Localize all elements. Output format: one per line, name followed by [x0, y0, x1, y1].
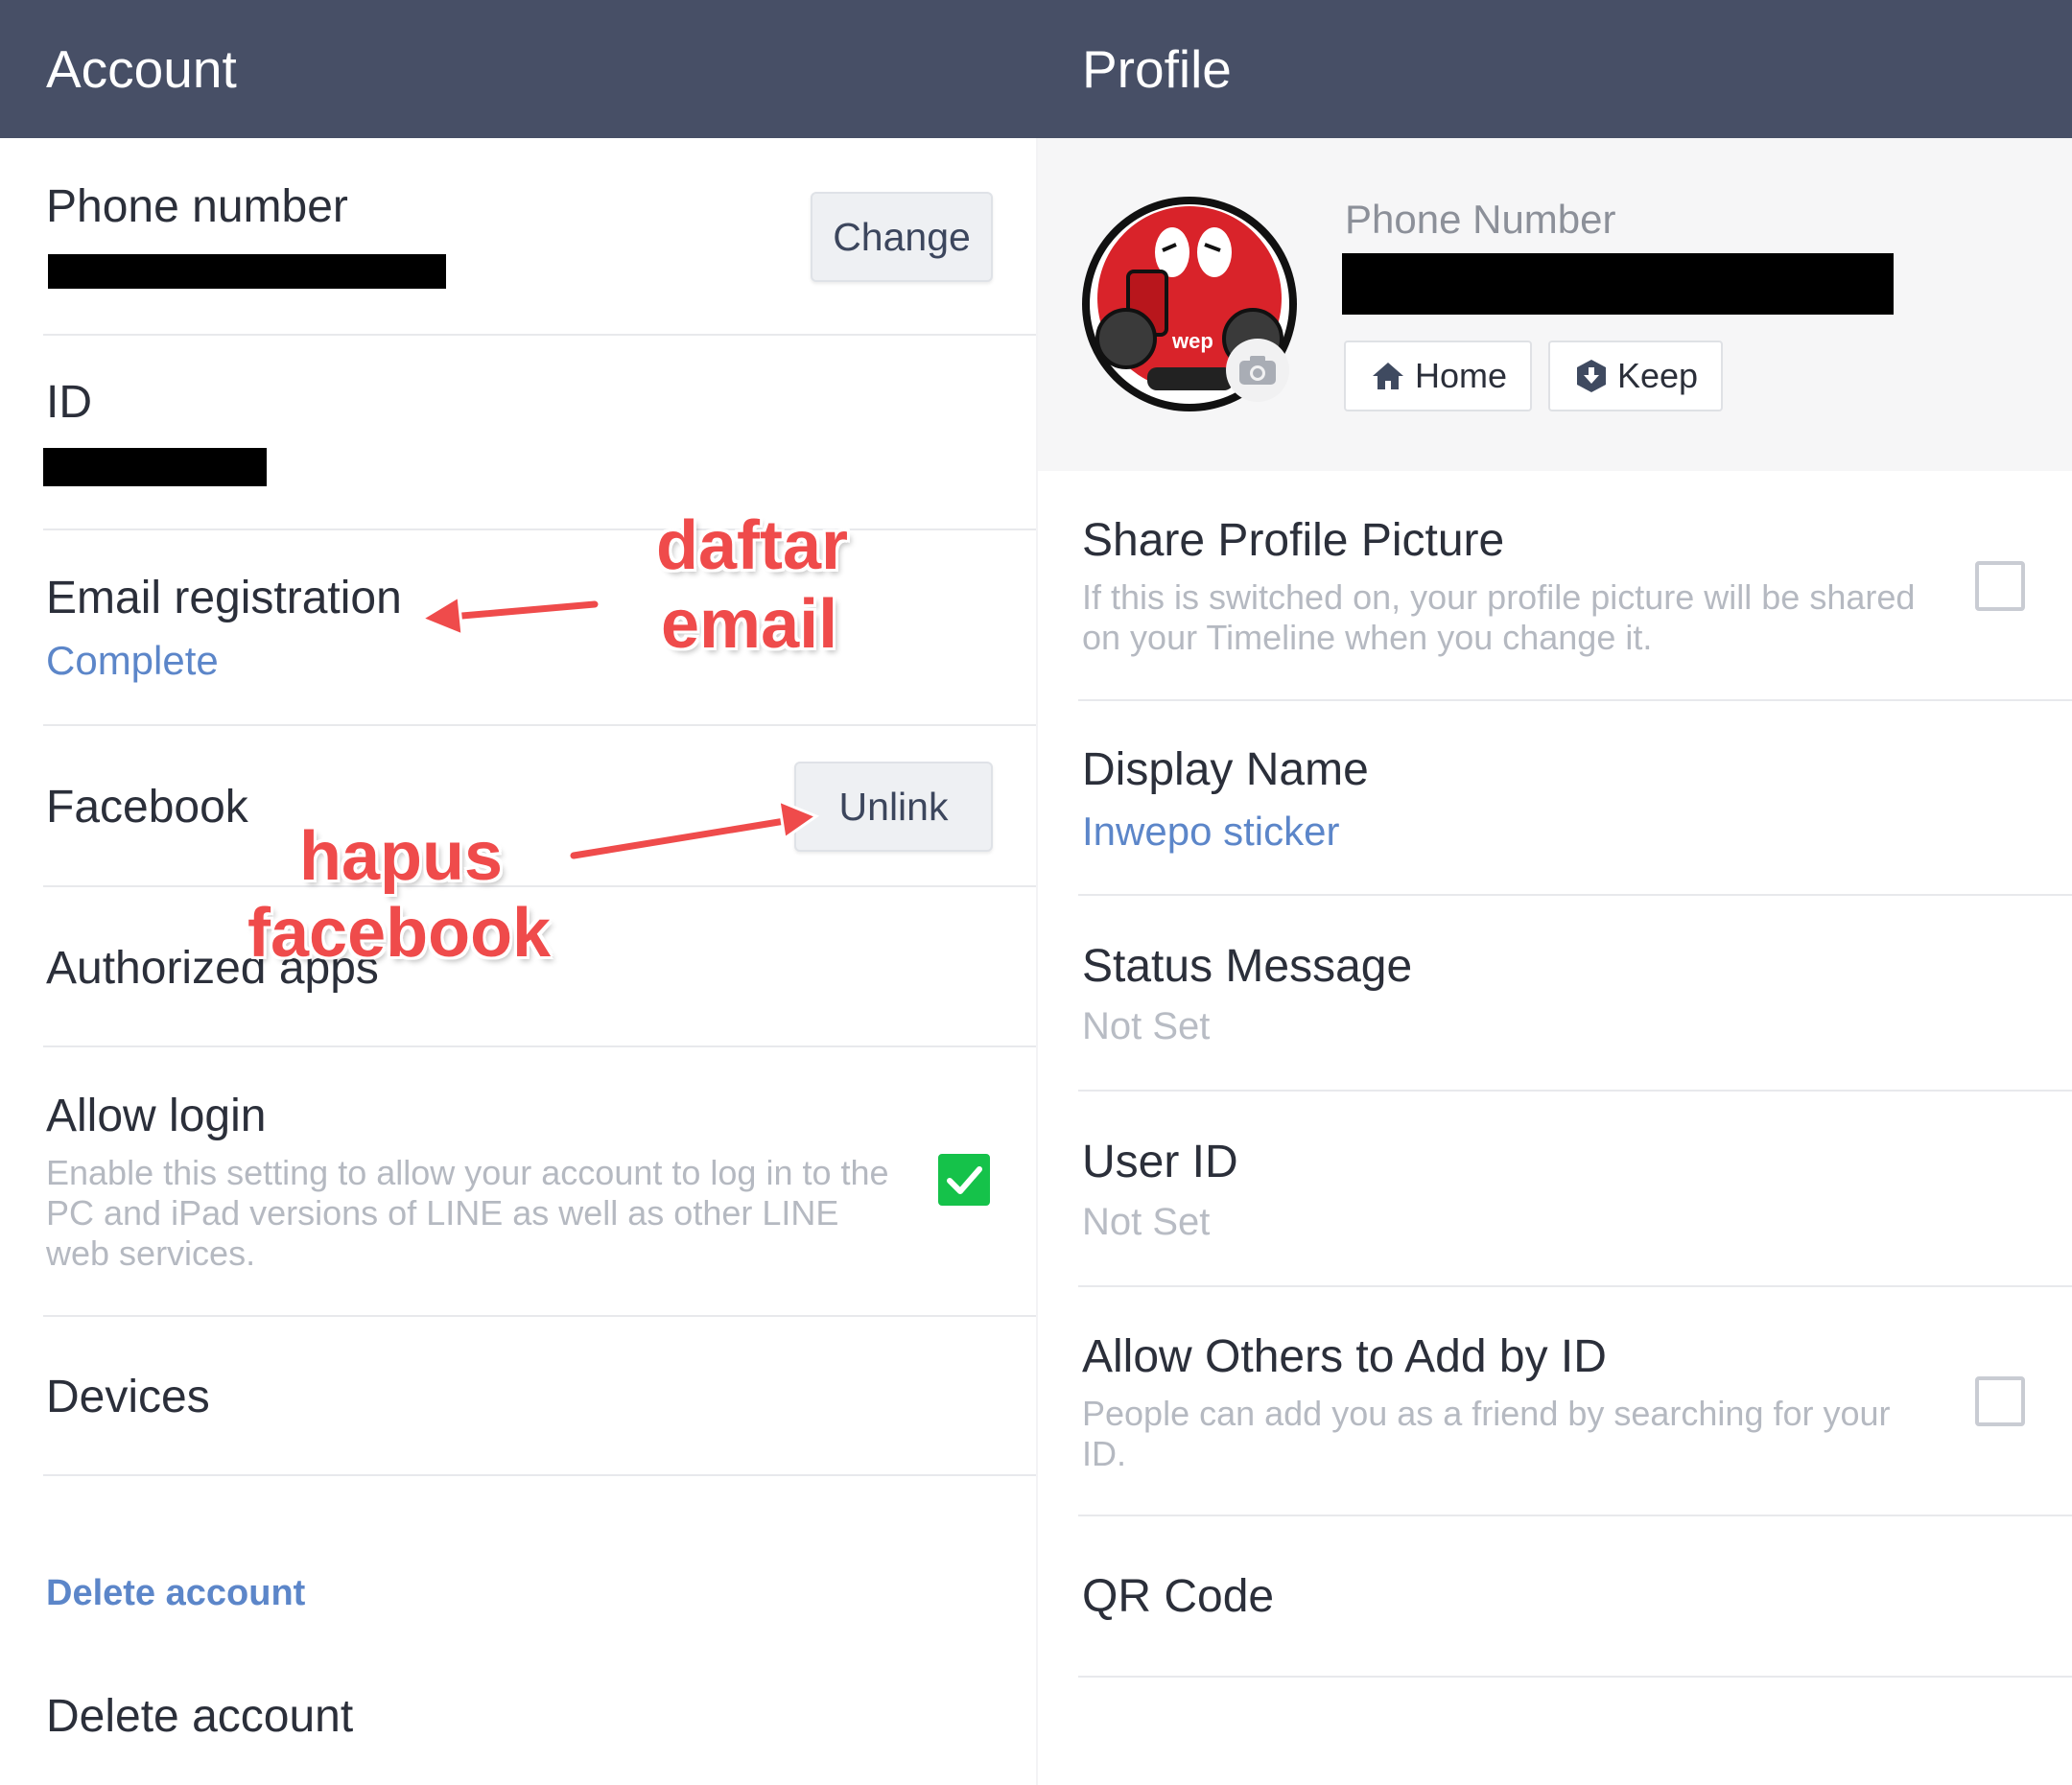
status-message-value: Not Set [1082, 1005, 1211, 1047]
home-icon [1373, 363, 1403, 389]
status-message-label[interactable]: Status Message [1082, 940, 1412, 993]
divider [1078, 1676, 2072, 1678]
allow-add-by-id-checkbox[interactable] [1975, 1376, 2025, 1426]
keep-button[interactable]: Keep [1548, 341, 1723, 411]
home-button-label: Home [1415, 356, 1508, 395]
arrow-icon [568, 798, 820, 861]
camera-glyph [1239, 356, 1276, 385]
divider [1078, 894, 2072, 896]
profile-phone-number-redacted [1342, 253, 1894, 315]
profile-header: Profile [1036, 0, 2072, 138]
user-id-value: Not Set [1082, 1201, 1211, 1243]
profile-header-title: Profile [1082, 39, 1232, 99]
share-profile-picture-description: If this is switched on, your profile pic… [1082, 577, 1916, 657]
camera-icon[interactable] [1226, 339, 1289, 402]
allow-add-by-id-description: People can add you as a friend by search… [1082, 1394, 1891, 1473]
allow-login-checkbox[interactable] [938, 1154, 990, 1206]
check-icon [947, 1166, 982, 1194]
share-profile-picture-checkbox[interactable] [1975, 561, 2025, 611]
divider [43, 1474, 1036, 1476]
share-profile-picture-label: Share Profile Picture [1082, 515, 1505, 566]
arrow-icon [418, 594, 600, 638]
divider [1078, 1515, 2072, 1516]
divider [1078, 1090, 2072, 1092]
keep-button-label: Keep [1617, 356, 1699, 395]
display-name-label[interactable]: Display Name [1082, 743, 1369, 796]
divider [1078, 699, 2072, 701]
divider [43, 1315, 1036, 1317]
allow-login-description: Enable this setting to allow your accoun… [46, 1153, 889, 1273]
delete-account-item[interactable]: Delete account [46, 1690, 353, 1743]
allow-login-label: Allow login [46, 1091, 267, 1141]
profile-phone-number-label: Phone Number [1345, 197, 1616, 242]
avatar-text: wep [1171, 329, 1213, 353]
keep-icon [1577, 360, 1606, 392]
allow-add-by-id-label: Allow Others to Add by ID [1082, 1331, 1607, 1382]
devices-label[interactable]: Devices [46, 1371, 210, 1423]
home-button[interactable]: Home [1344, 341, 1532, 411]
user-id-label[interactable]: User ID [1082, 1136, 1238, 1188]
divider [1078, 1285, 2072, 1287]
annotation-arrows [418, 594, 820, 861]
qr-code-item[interactable]: QR Code [1082, 1570, 1274, 1623]
avatar[interactable]: wep [1080, 195, 1299, 413]
display-name-value: Inwepo sticker [1082, 809, 1340, 854]
delete-account-section-header: Delete account [46, 1573, 306, 1613]
